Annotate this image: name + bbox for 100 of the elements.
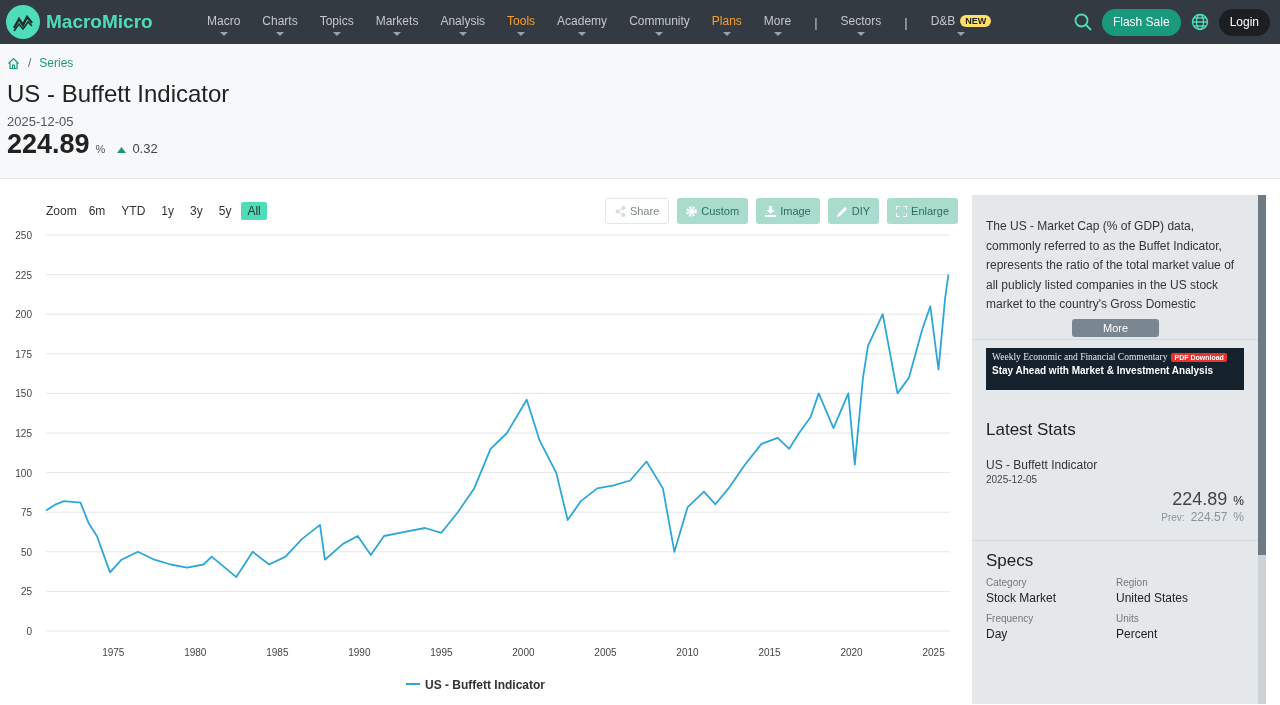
y-axis-label: 100 [15,467,32,479]
pencil-icon [836,205,848,217]
spec-value: Day [986,627,1009,641]
nav-menu-item[interactable]: Tools [496,14,547,36]
search-icon[interactable] [1073,13,1092,31]
caret-icon [655,32,664,36]
y-axis-label: 175 [15,348,32,360]
spec-label: Region [1116,577,1149,588]
section-heading: Latest Stats [986,420,1077,440]
page-title: US - Buffett Indicator [7,80,231,108]
banner-subtitle: Weekly Economic and Financial Commentary [992,352,1168,362]
gear-icon [686,205,698,217]
caret-icon [276,32,284,36]
custom-button[interactable]: Custom [677,198,749,224]
description-text: The US - Market Cap (% of GDP) data, commonly referred to as the Buffet Indicator, represents the ratio of the total market value of all publicly listed companies in the US stock market to the country's Gross Domestic [986,218,1236,313]
caret-icon [856,32,865,36]
zoom-label: Zoom [46,204,77,218]
stat-value: 224.89 [1172,489,1228,510]
date-text: 2025-12-05 [7,114,75,129]
section-heading: Specs [986,551,1035,571]
stat-date: 2025-12-05 [986,474,1039,485]
y-axis-label: 125 [15,428,32,439]
x-axis-label: 2010 [676,647,699,658]
caret-icon [458,32,467,36]
value-text: 224.89 [7,129,90,160]
y-axis-label: 50 [20,546,32,558]
up-triangle-icon [117,147,127,153]
prev-value: 224.57 [1190,510,1228,524]
caret-icon [578,32,587,36]
y-axis-label: 0 [26,626,32,637]
share-icon [614,205,626,217]
nav-menu-item[interactable]: Macro [196,14,252,36]
x-axis-label: 1985 [266,647,289,658]
x-axis-label: 1980 [184,647,207,658]
spec-label: Category [986,577,1028,588]
share-button[interactable]: Share [604,198,670,224]
range-button[interactable]: 3y [184,202,209,220]
image-button[interactable]: Image [756,198,820,224]
nav-menu-item[interactable]: Markets [364,14,430,36]
spec-label: Units [1116,613,1140,624]
legend-label[interactable]: US - Buffett Indicator [425,678,545,692]
more-button[interactable]: More [1072,319,1159,337]
login-button[interactable]: Login [1218,8,1270,36]
nav-menu-item[interactable]: Topics [308,14,365,36]
caret-icon [722,32,731,36]
x-axis-label: 1975 [102,647,125,658]
nav-menu-item[interactable]: Analysis [429,14,497,36]
expand-icon [896,205,908,217]
caret-icon [517,32,526,36]
spec-value: United States [1116,591,1190,605]
nav-divider: | [813,14,819,30]
breadcrumb-separator: / [28,56,32,70]
banner-headline: Stay Ahead with Market & Investment Analysis [992,365,1214,376]
nav-menu-item[interactable]: Sectors [829,14,893,36]
stat-name: US - Buffett Indicator [986,458,1099,472]
flash-sale-button[interactable]: Flash Sale [1101,8,1181,36]
nav-menu-item[interactable]: D&B NEW [919,14,1003,36]
x-axis-label: 2020 [840,647,863,658]
range-button[interactable]: YTD [115,202,152,220]
home-icon[interactable] [7,56,20,70]
download-icon [765,205,777,217]
change-text: 0.32 [132,141,158,156]
logo-text[interactable]: MacroMicro [46,11,153,33]
stat-unit: % [1233,494,1244,508]
nav-menu-item[interactable]: Charts [251,14,309,36]
caret-icon [332,32,341,36]
prev-unit: % [1233,510,1244,524]
range-button[interactable]: 6m [82,202,112,220]
spec-value: Percent [1116,627,1159,641]
prev-label: Prev: [1161,511,1185,523]
y-axis-label: 25 [20,586,32,598]
spec-value: Stock Market [986,591,1058,605]
caret-icon [773,32,782,36]
y-axis-label: 150 [15,388,32,400]
x-axis-label: 2025 [922,647,945,658]
nav-divider: | [903,14,909,30]
diy-button[interactable]: DIY [827,198,880,224]
y-axis-label: 200 [15,309,32,321]
enlarge-button[interactable]: Enlarge [887,198,958,224]
globe-icon[interactable] [1190,13,1209,31]
caret-icon [957,32,965,36]
y-axis-label: 250 [15,230,32,241]
y-axis-label: 75 [20,507,32,519]
x-axis-label: 1990 [348,647,371,658]
x-axis-label: 1995 [430,647,453,658]
new-badge: NEW [960,15,992,27]
nav-menu-item[interactable]: Community [618,14,701,36]
caret-icon [219,32,228,36]
nav-menu-item[interactable]: Academy [546,14,619,36]
x-axis-label: 2000 [512,647,535,658]
scrollbar[interactable] [1258,195,1266,704]
spec-label: Frequency [986,613,1035,624]
range-button[interactable]: 5y [212,202,238,220]
x-axis-label: 2005 [594,647,617,658]
nav-menu-item[interactable]: More [752,14,803,36]
nav-menu-item[interactable]: Plans [700,14,753,36]
range-button[interactable]: 1y [155,202,181,220]
logo-icon[interactable] [6,5,40,39]
unit-text: % [95,143,106,155]
range-button[interactable]: All [241,202,267,220]
